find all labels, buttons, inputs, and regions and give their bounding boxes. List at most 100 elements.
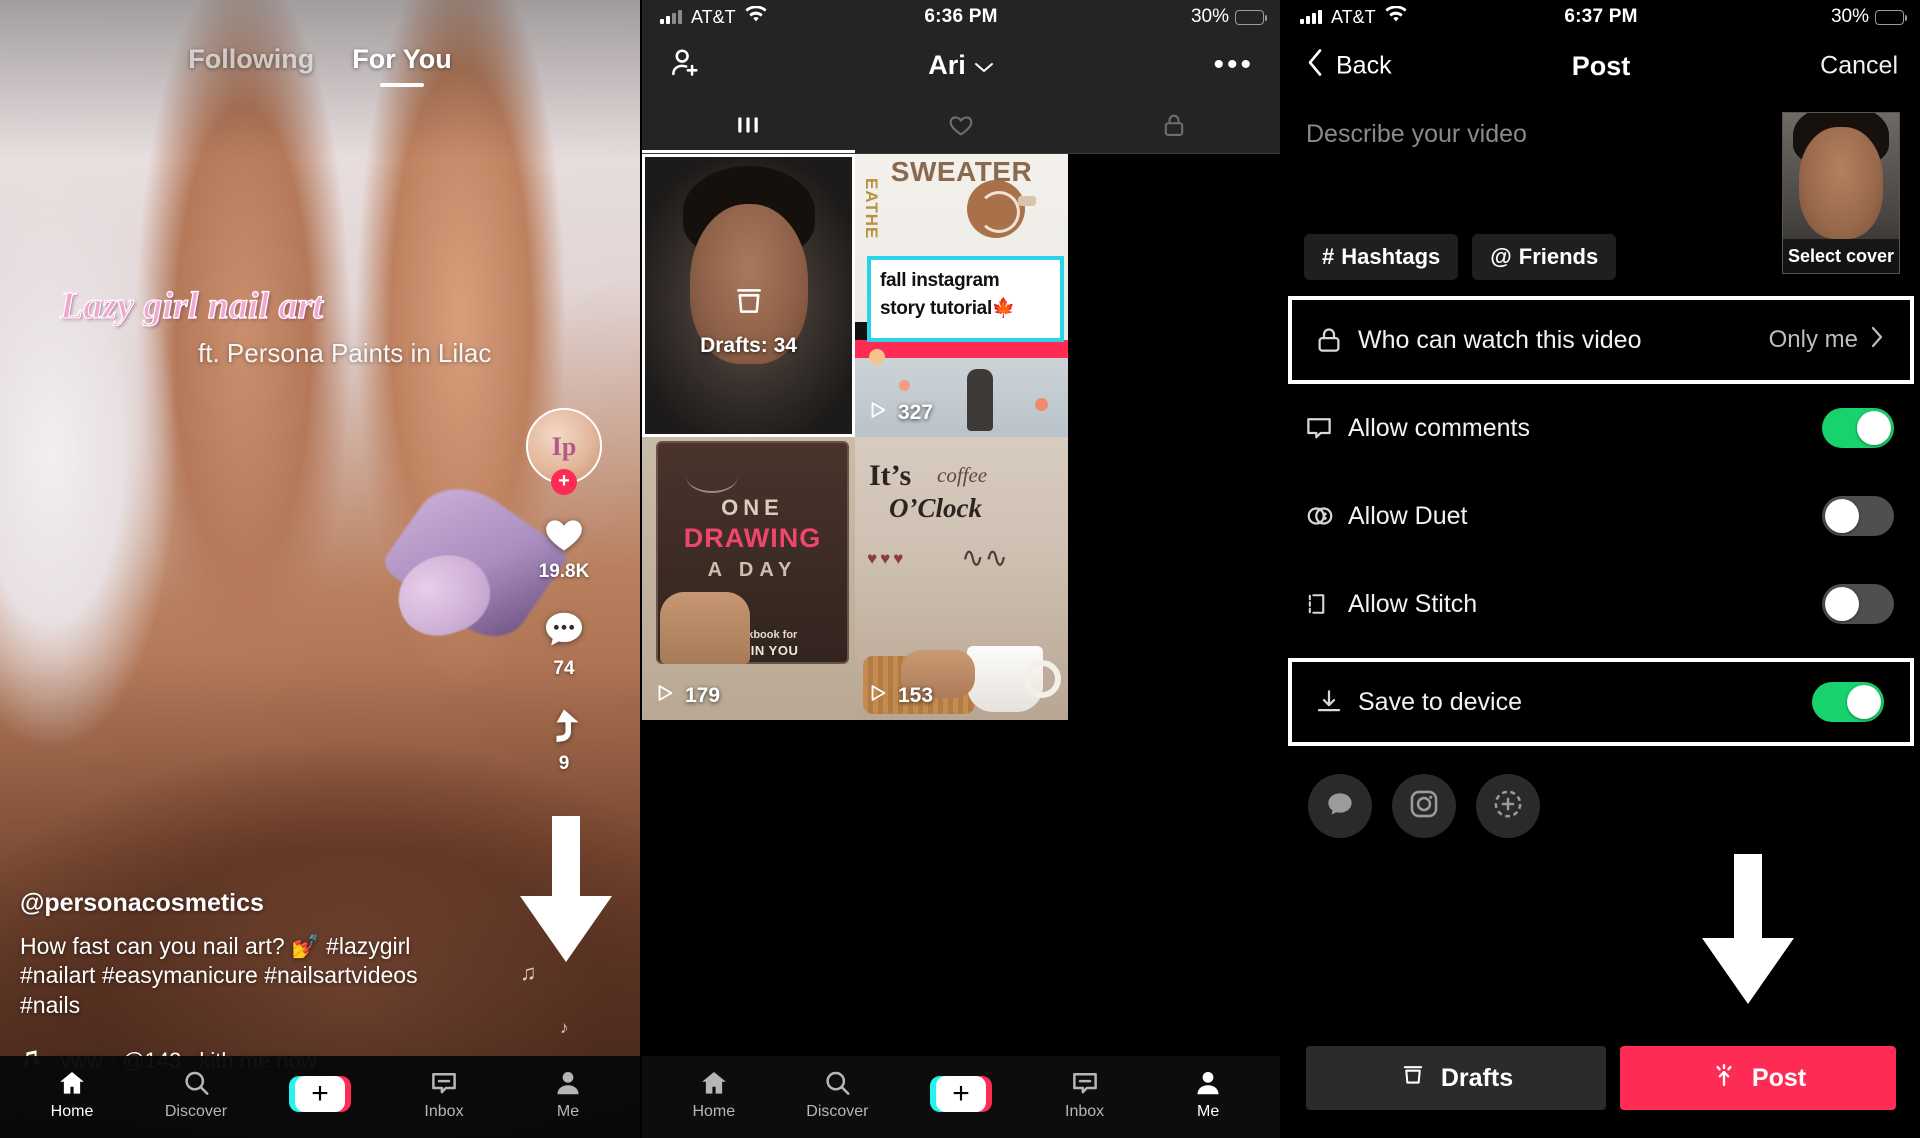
drafts-count-label: Drafts: 34 <box>700 334 797 358</box>
add-person-icon[interactable] <box>668 46 702 85</box>
cancel-button[interactable]: Cancel <box>1820 52 1898 81</box>
grid-cell-drafts[interactable]: Drafts: 34 <box>642 154 855 437</box>
nav-create[interactable]: + <box>911 1076 1011 1112</box>
plus-create-icon[interactable]: + <box>929 1076 992 1112</box>
friends-chip[interactable]: @ Friends <box>1472 234 1617 280</box>
tab-private[interactable] <box>1067 96 1280 153</box>
drafts-label-group: Drafts: 34 <box>645 284 852 358</box>
grid-cell-coffee-video[interactable]: It’s coffee O’Clock ♥♥♥ ∿∿ 153 <box>855 437 1068 720</box>
share-count: 9 <box>558 753 570 774</box>
nav-me[interactable]: Me <box>518 1068 618 1121</box>
select-cover-thumbnail[interactable]: Select cover <box>1782 112 1900 274</box>
hashtags-chip-label: Hashtags <box>1341 244 1441 269</box>
three-panel-screenshot: Following For You Lazy girl nail art ft.… <box>0 0 1920 1138</box>
drawing-thumbnail: ONE DRAWING A DAY ive Workbook for RTIST… <box>642 437 855 720</box>
description-chips: # Hashtags @ Friends <box>1304 234 1617 280</box>
thumb-person-shape <box>967 369 993 431</box>
tab-for-you[interactable]: For You <box>352 44 452 87</box>
avatar[interactable]: Ip + <box>526 408 602 495</box>
video-overlay-subtitle: ft. Persona Paints in Lilac <box>198 338 492 368</box>
share-button[interactable]: 9 <box>540 704 588 775</box>
coffee-text-oclock: O’Clock <box>889 493 982 523</box>
setting-row-allow-duet[interactable]: Allow Duet <box>1282 472 1920 560</box>
toggle-allow-stitch[interactable] <box>1822 584 1894 624</box>
chevron-right-icon <box>1870 325 1884 356</box>
share-to-row <box>1282 746 1920 838</box>
instagram-story-icon <box>1491 787 1525 826</box>
like-button[interactable]: 19.8K <box>538 512 590 583</box>
toggle-allow-duet[interactable] <box>1822 496 1894 536</box>
nav-discover[interactable]: Discover <box>787 1068 887 1121</box>
svg-text:Ip: Ip <box>552 432 577 461</box>
thumb-bokeh-1 <box>869 349 885 365</box>
share-instagram-story-button[interactable] <box>1476 774 1540 838</box>
toggle-allow-comments[interactable] <box>1822 408 1894 448</box>
latte-cup-icon <box>967 180 1036 238</box>
caption-username[interactable]: @personacosmetics <box>20 889 490 918</box>
play-icon <box>654 682 676 710</box>
drawing-line-1: ONE <box>721 495 784 520</box>
play-count: 179 <box>685 684 721 707</box>
post-actions: Drafts Post <box>1282 1046 1920 1110</box>
tab-liked[interactable] <box>855 96 1068 153</box>
nav-inbox[interactable]: Inbox <box>394 1068 494 1121</box>
drafts-thumbnail: Drafts: 34 <box>642 154 855 437</box>
nav-home[interactable]: Home <box>22 1068 122 1121</box>
coffee-thumbnail: It’s coffee O’Clock ♥♥♥ ∿∿ <box>855 437 1068 720</box>
annotation-arrow-down-post <box>1702 854 1794 1004</box>
video-feed[interactable]: Following For You Lazy girl nail art ft.… <box>0 0 640 1138</box>
setting-row-allow-stitch[interactable]: Allow Stitch <box>1282 560 1920 648</box>
grid-cell-drawing-video[interactable]: ONE DRAWING A DAY ive Workbook for RTIST… <box>642 437 855 720</box>
nav-create[interactable]: + <box>270 1076 370 1112</box>
share-message-button[interactable] <box>1308 774 1372 838</box>
home-icon <box>56 1068 88 1098</box>
chevron-left-icon <box>1306 48 1324 85</box>
hashtags-chip[interactable]: # Hashtags <box>1304 234 1459 280</box>
chevron-down-icon <box>974 50 994 81</box>
steam-swirl-icon: ∿∿ <box>961 543 1008 574</box>
tab-grid[interactable] <box>642 96 855 153</box>
nav-inbox[interactable]: Inbox <box>1035 1068 1135 1121</box>
setting-row-allow-comments[interactable]: Allow comments <box>1282 384 1920 472</box>
music-note-float-1: ♫ <box>520 960 537 985</box>
nav-me[interactable]: Me <box>1158 1068 1258 1121</box>
grid-cell-sweater-video[interactable]: SWEATER EATHE fall instagram story tutor… <box>855 154 1068 437</box>
setting-row-save-to-device[interactable]: Save to device <box>1288 658 1914 746</box>
setting-row-privacy[interactable]: Who can watch this video Only me <box>1288 296 1914 384</box>
setting-label-allow-stitch: Allow Stitch <box>1348 589 1478 618</box>
sweater-thumbnail: SWEATER EATHE fall instagram story tutor… <box>855 154 1068 437</box>
setting-label-save-to-device: Save to device <box>1358 687 1522 716</box>
status-bar-profile: AT&T 6:36 PM 30% <box>642 0 1280 34</box>
nav-inbox-label: Inbox <box>424 1102 464 1120</box>
home-icon <box>698 1068 730 1098</box>
thumb-pink-strip <box>855 340 1068 358</box>
comment-button[interactable]: 74 <box>540 607 588 680</box>
drawing-line-2: DRAWING <box>683 523 822 553</box>
profile-title-group[interactable]: Ari <box>928 50 994 81</box>
profile-tabs <box>642 96 1280 154</box>
nav-discover[interactable]: Discover <box>146 1068 246 1121</box>
caption-line-3[interactable]: #nails <box>20 991 490 1020</box>
follow-plus-icon[interactable]: + <box>551 469 577 495</box>
drafts-button[interactable]: Drafts <box>1306 1046 1606 1110</box>
share-instagram-button[interactable] <box>1392 774 1456 838</box>
setting-label-allow-comments: Allow comments <box>1348 413 1530 442</box>
back-button[interactable]: Back <box>1306 48 1392 85</box>
thumb-mug <box>967 646 1061 712</box>
cover-face-shape <box>1799 127 1883 240</box>
like-count: 19.8K <box>538 561 590 582</box>
plus-create-icon[interactable]: + <box>289 1076 351 1112</box>
video-caption: @personacosmetics How fast can you nail … <box>20 889 490 1020</box>
comment-count: 74 <box>553 658 575 679</box>
sweater-card-line-2: story tutorial🍁 <box>880 297 1016 319</box>
more-dots-icon[interactable]: ••• <box>1213 50 1254 80</box>
nav-discover-label: Discover <box>164 1102 228 1120</box>
caption-line-2[interactable]: #nailart #easymanicure #nailsartvideos <box>20 961 490 990</box>
battery-icon <box>1235 9 1267 25</box>
nav-home[interactable]: Home <box>664 1068 764 1121</box>
post-button[interactable]: Post <box>1620 1046 1896 1110</box>
toggle-save-to-device[interactable] <box>1812 682 1884 722</box>
play-count-group: 179 <box>654 682 720 710</box>
status-bar-post: AT&T 6:37 PM 30% <box>1282 0 1920 34</box>
tab-following[interactable]: Following <box>188 44 314 87</box>
